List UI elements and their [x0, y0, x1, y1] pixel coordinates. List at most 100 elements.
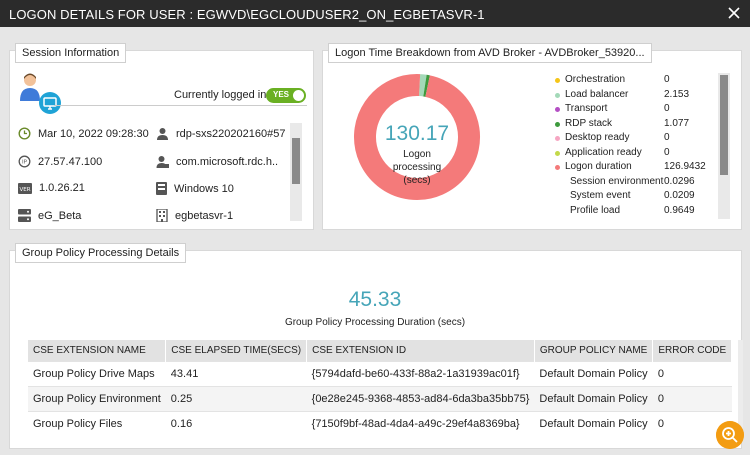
col-cse-extension-id[interactable]: CSE EXTENSION ID	[306, 340, 535, 361]
window-title: LOGON DETAILS FOR USER : EGWVD\EGCLOUDUS…	[9, 7, 485, 22]
logon-total-label-line: (secs)	[403, 175, 431, 186]
table-row[interactable]: Group Policy Drive Maps 43.41 {5794dafd-…	[28, 360, 732, 386]
legend-subitem-label: System event	[570, 190, 631, 201]
legend-label: Load balancer	[565, 88, 629, 100]
legend-subitem-label: Session environment	[570, 175, 664, 187]
gp-table-scrollbar[interactable]	[738, 340, 743, 435]
close-icon[interactable]	[726, 5, 742, 21]
session-name: rdp-sxs220202160#57	[176, 127, 286, 140]
session-os: Windows 10	[174, 182, 234, 195]
cell: 43.41	[165, 360, 307, 386]
logon-scrollbar-thumb[interactable]	[720, 75, 728, 175]
svg-text:VER: VER	[19, 187, 30, 193]
version-icon: VER	[18, 182, 32, 194]
gp-table-header: CSE EXTENSION NAME CSE ELAPSED TIME(SECS…	[28, 340, 733, 361]
cell: 0	[652, 385, 732, 411]
session-row-login-time: Mar 10, 2022 09:28:30	[18, 127, 149, 140]
session-scrollbar-thumb[interactable]	[292, 138, 300, 184]
session-row-version: VER 1.0.26.21	[18, 182, 85, 194]
col-cse-elapsed-time[interactable]: CSE ELAPSED TIME(SECS)	[165, 340, 308, 361]
session-information-panel: Session Information Currently logged in …	[9, 43, 314, 230]
server-icon	[18, 209, 31, 222]
logon-total-label-line: Logon	[403, 149, 431, 160]
user-monitor-icon	[20, 73, 61, 114]
session-row-farm: eG_Beta	[18, 209, 81, 222]
legend-subitem-value: 0.0296	[664, 175, 695, 187]
logon-panel-title: Logon Time Breakdown from AVD Broker - A…	[328, 43, 652, 63]
session-server: egbetasvr-1	[175, 209, 234, 222]
legend-label: RDP stack	[565, 117, 613, 129]
building-icon	[156, 209, 168, 222]
legend-dot-icon	[555, 78, 560, 83]
toggle-label: YES	[273, 90, 290, 99]
zoom-in-icon[interactable]	[716, 421, 744, 449]
table-row[interactable]: Group Policy Environment 0.25 {0e28e245-…	[28, 385, 732, 411]
gp-duration-label: Group Policy Processing Duration (secs)	[284, 317, 466, 328]
session-scrollbar[interactable]	[290, 123, 302, 221]
legend-dot-icon	[555, 136, 560, 141]
legend-dot-icon	[555, 92, 560, 98]
clock-icon	[18, 127, 31, 140]
cell: Group Policy Drive Maps	[28, 360, 166, 386]
legend-dot-icon	[555, 165, 560, 170]
cell: {7150f9bf-48ad-4da4-a49c-29ef4a8369ba}	[306, 410, 535, 436]
col-cse-extension-name[interactable]: CSE EXTENSION NAME	[28, 340, 167, 361]
session-row-ip: IP 27.57.47.100	[18, 155, 102, 168]
legend-subitem-value: 0.0209	[664, 190, 695, 201]
legend-dot-icon	[555, 107, 560, 112]
cell: Group Policy Environment	[28, 385, 166, 411]
logon-total-label-line: processing	[392, 162, 442, 173]
session-client: com.microsoft.rdc.h..	[176, 155, 279, 168]
gp-duration-value: 45.33	[348, 288, 402, 311]
legend-label: Desktop ready	[565, 132, 630, 143]
cell: 0.25	[165, 385, 307, 411]
cell: Default Domain Policy	[534, 360, 653, 386]
legend-value: 0	[664, 103, 670, 114]
legend-value: 2.153	[664, 88, 690, 100]
logon-breakdown-panel: Logon Time Breakdown from AVD Broker - A…	[322, 43, 742, 230]
ip-icon: IP	[18, 155, 31, 168]
legend-value: 0	[664, 74, 670, 85]
cell: Default Domain Policy	[534, 410, 653, 436]
session-ip: 27.57.47.100	[38, 155, 103, 168]
legend-dot-icon	[555, 150, 560, 156]
gp-table: CSE EXTENSION NAME CSE ELAPSED TIME(SECS…	[28, 340, 733, 436]
legend-subitem-label: Profile load	[570, 204, 621, 216]
gp-panel-title: Group Policy Processing Details	[15, 243, 187, 263]
legend-value: 0	[664, 146, 670, 158]
logged-in-toggle[interactable]: YES	[266, 88, 306, 103]
session-login-time: Mar 10, 2022 09:28:30	[38, 127, 149, 140]
cell: 0	[652, 360, 732, 386]
svg-text:IP: IP	[22, 160, 28, 166]
cell: Group Policy Files	[28, 410, 166, 436]
legend-value: 126.9432	[664, 161, 706, 172]
table-row[interactable]: Group Policy Files 0.16 {7150f9bf-48ad-4…	[28, 410, 732, 436]
session-row-client: com.microsoft.rdc.h..	[156, 155, 278, 168]
cell: 0.16	[165, 410, 307, 436]
legend-label: Orchestration	[565, 74, 626, 85]
col-error-code[interactable]: ERROR CODE	[652, 340, 733, 361]
legend-subitem-value: 0.9649	[664, 204, 695, 216]
legend-label: Transport	[565, 103, 608, 114]
logged-in-label: Currently logged in	[174, 89, 267, 101]
logon-scrollbar[interactable]	[718, 73, 730, 219]
user-icon	[157, 128, 168, 140]
legend-value: 0	[664, 132, 670, 143]
donut-slice-load-balancer[interactable]	[418, 74, 427, 97]
logon-total-label: Logon processing (secs)	[363, 148, 471, 187]
os-icon	[156, 182, 167, 195]
toggle-knob	[293, 90, 304, 101]
session-row-server: egbetasvr-1	[156, 209, 233, 222]
cell: Default Domain Policy	[534, 385, 653, 411]
col-group-policy-name[interactable]: GROUP POLICY NAME	[534, 340, 654, 361]
user-id-icon	[156, 156, 169, 168]
legend-value: 1.077	[664, 117, 690, 129]
cell: {0e28e245-9368-4853-ad84-6da3ba35bb75}	[306, 385, 535, 411]
legend-dot-icon	[555, 121, 560, 127]
legend-label: Logon duration	[565, 161, 632, 172]
logon-total-value: 130.17	[384, 122, 450, 145]
session-farm: eG_Beta	[38, 209, 82, 222]
cell: {5794dafd-be60-433f-88a2-1a31939ac01f}	[306, 360, 535, 386]
session-row-session-name: rdp-sxs220202160#57	[156, 127, 285, 140]
session-row-os: Windows 10	[156, 182, 234, 195]
